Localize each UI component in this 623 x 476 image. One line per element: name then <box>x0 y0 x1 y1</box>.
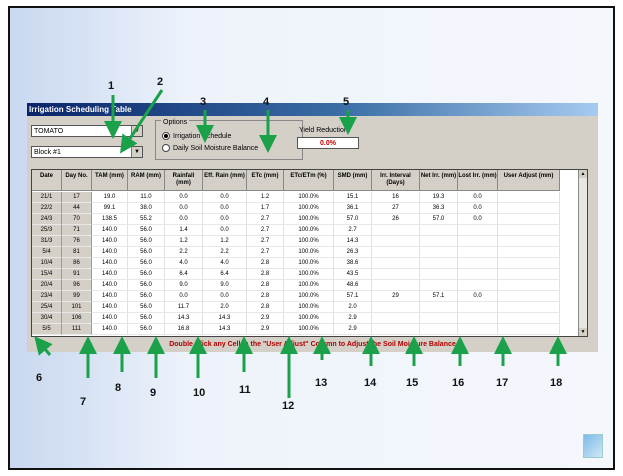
callout-number: 18 <box>550 377 563 389</box>
callout-number: 12 <box>282 400 295 412</box>
callout-number: 6 <box>36 372 43 384</box>
callout-number: 15 <box>406 377 419 389</box>
annotation-arrows <box>34 89 567 398</box>
callout-number: 10 <box>193 387 206 399</box>
callout-number: 9 <box>150 387 157 399</box>
callout-number: 3 <box>200 96 207 108</box>
callout-number: 8 <box>115 382 122 394</box>
callout-number: 1 <box>108 80 115 92</box>
callout-number: 17 <box>496 377 509 389</box>
callout-number: 11 <box>239 384 251 396</box>
callout-number: 7 <box>80 396 87 408</box>
callout-number: 13 <box>315 377 328 389</box>
callout-number: 16 <box>452 377 465 389</box>
callout-number: 2 <box>157 76 164 88</box>
callout-number: 5 <box>343 96 350 108</box>
callout-number: 14 <box>364 377 377 389</box>
callout-number: 4 <box>263 96 270 108</box>
